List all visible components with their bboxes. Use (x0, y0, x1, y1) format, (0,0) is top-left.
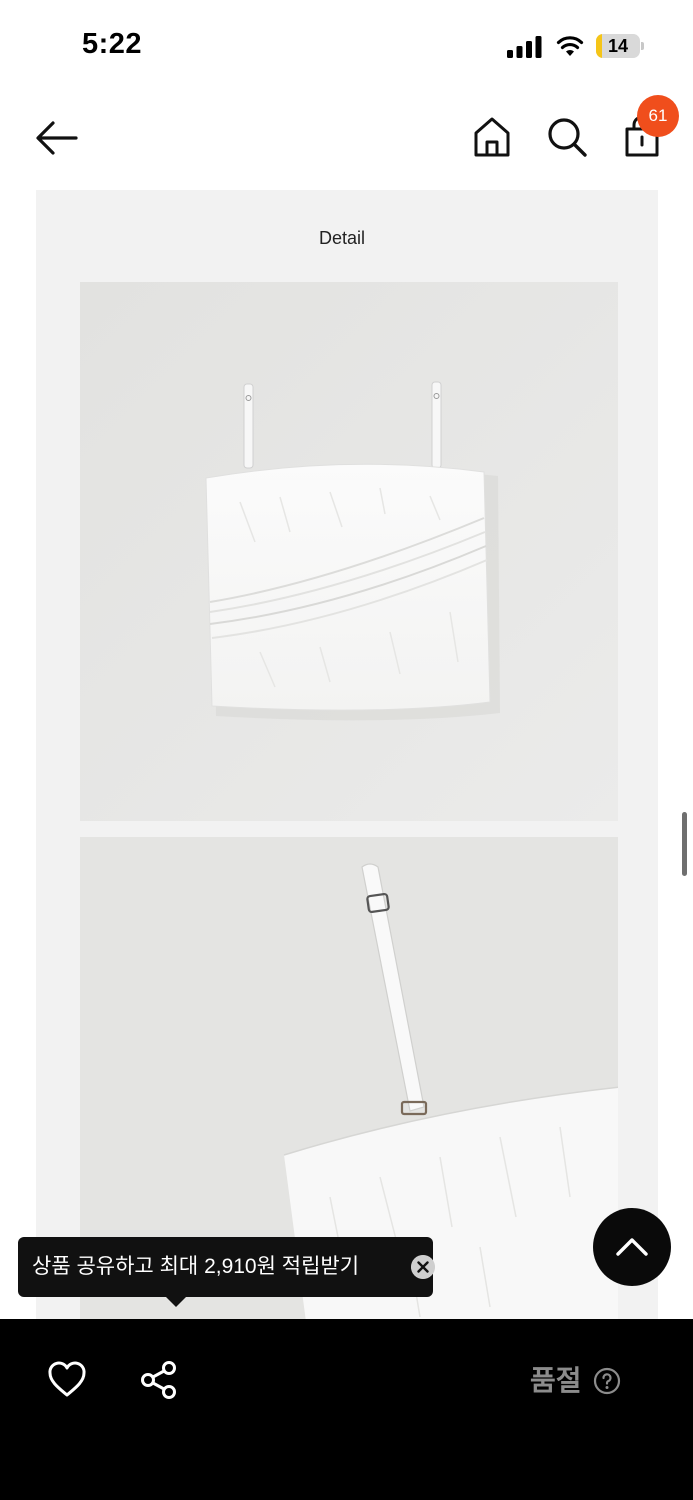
status-bar: 5:22 14 (0, 0, 693, 90)
signal-icon (507, 36, 542, 58)
battery-icon: 14 (596, 34, 644, 58)
back-arrow-icon[interactable] (34, 118, 80, 158)
share-reward-text: 상품 공유하고 최대 2,910원 적립받기 (32, 1255, 360, 1278)
battery-level-text: 14 (607, 36, 629, 56)
search-icon[interactable] (546, 116, 588, 158)
home-icon[interactable] (472, 116, 512, 158)
share-reward-tooltip: 상품 공유하고 최대 2,910원 적립받기 (18, 1237, 435, 1307)
product-detail-section: Detail (36, 190, 658, 1320)
scrollbar[interactable] (682, 812, 687, 876)
chevron-up-icon (616, 1238, 648, 1256)
tooltip-arrow (166, 1297, 186, 1307)
share-icon[interactable] (138, 1359, 180, 1401)
wifi-icon (556, 36, 584, 56)
cart-count-badge[interactable]: 61 (637, 95, 679, 137)
scroll-top-button[interactable] (593, 1208, 671, 1286)
section-title: Detail (318, 228, 366, 248)
question-circle-icon[interactable] (593, 1367, 621, 1395)
bottom-action-bar: 품절 (0, 1319, 693, 1500)
status-time: 5:22 (82, 28, 143, 60)
product-photo-main (80, 282, 618, 821)
top-nav (0, 90, 693, 185)
close-circle-icon[interactable] (411, 1255, 435, 1279)
heart-icon[interactable] (46, 1359, 88, 1399)
sold-out-label: 품절 (530, 1365, 582, 1396)
